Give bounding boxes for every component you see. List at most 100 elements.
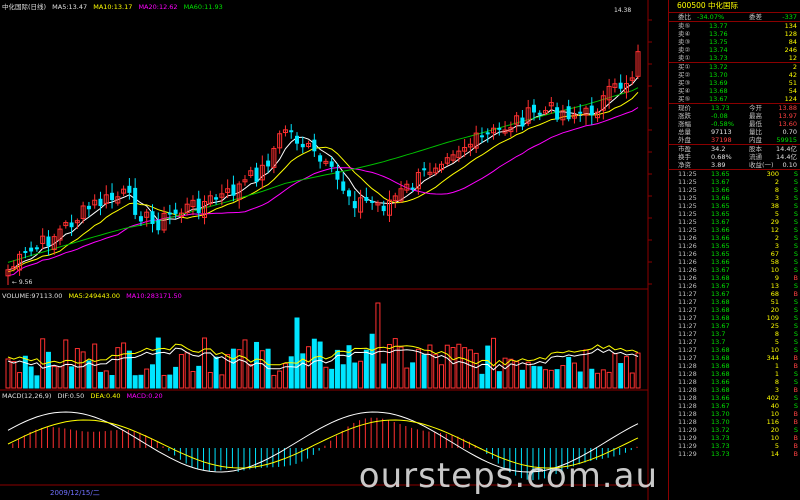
tick-row[interactable]: 11:25 13.67 2 S — [669, 178, 800, 186]
volume-bar — [138, 374, 144, 389]
tick-time: 11:28 — [678, 394, 697, 402]
tick-direction: B — [793, 434, 798, 442]
volume-legend: VOLUME:97113.00 MA5:249443.00 MA10:28317… — [2, 292, 186, 300]
tick-row[interactable]: 11:29 13.73 10 B — [669, 434, 800, 442]
tick-row[interactable]: 11:29 13.72 20 S — [669, 426, 800, 434]
volume-bar — [635, 352, 641, 389]
tick-row[interactable]: 11:28 13.68 3 B — [669, 386, 800, 394]
sell-orders: 卖⑤ 13.77 134 卖④ 13.76 128 卖③ 13.75 84 卖② 13.74 246 卖… — [669, 21, 800, 62]
tick-row[interactable]: 11:27 13.7 8 S — [669, 330, 800, 338]
tick-time: 11:25 — [678, 194, 697, 202]
tick-row[interactable]: 11:25 13.65 300 S — [669, 170, 800, 178]
tick-row[interactable]: 11:25 13.66 3 S — [669, 194, 800, 202]
volume-bar — [439, 364, 444, 389]
tick-volume: 116 — [766, 418, 779, 426]
tick-row[interactable]: 11:27 13.68 344 B — [669, 354, 800, 362]
volume-bar — [219, 374, 225, 389]
tick-volume: 10 — [770, 346, 779, 354]
tick-row[interactable]: 11:25 13.67 29 S — [669, 218, 800, 226]
volume-bar — [450, 346, 456, 389]
volume-bar — [5, 358, 11, 389]
tick-price: 13.72 — [711, 426, 730, 434]
tick-price: 13.66 — [711, 234, 730, 242]
tick-row[interactable]: 11:27 13.67 25 S — [669, 322, 800, 330]
volume-bar — [155, 337, 161, 389]
tick-row[interactable]: 11:27 13.7 5 S — [669, 338, 800, 346]
sell-order-row: 卖② 13.74 246 — [669, 46, 800, 54]
tick-row[interactable]: 11:25 13.65 5 S — [669, 210, 800, 218]
volume-bar — [560, 365, 566, 389]
tick-row[interactable]: 11:26 13.65 3 S — [669, 242, 800, 250]
tick-volume: 8 — [774, 330, 779, 338]
tick-row[interactable]: 11:26 13.67 10 S — [669, 266, 800, 274]
candle-body — [138, 216, 143, 222]
tick-price: 13.68 — [711, 370, 730, 378]
tick-volume: 402 — [766, 394, 779, 402]
buy-order-price: 13.72 — [709, 63, 728, 71]
tick-direction: S — [793, 378, 798, 386]
tick-direction: S — [793, 346, 798, 354]
quote-stat-value: 37198 — [711, 136, 732, 144]
tick-row[interactable]: 11:28 13.66 8 S — [669, 378, 800, 386]
tick-direction: S — [793, 234, 798, 242]
tick-volume: 25 — [770, 322, 779, 330]
tick-row[interactable]: 11:26 13.65 67 S — [669, 250, 800, 258]
tick-direction: S — [793, 298, 798, 306]
tick-row[interactable]: 11:25 13.66 12 S — [669, 226, 800, 234]
tick-time: 11:28 — [678, 378, 697, 386]
candle-body — [531, 104, 536, 113]
volume-bar — [69, 366, 75, 389]
tick-row[interactable]: 11:27 13.67 68 B — [669, 290, 800, 298]
tick-row[interactable]: 11:25 13.65 38 S — [669, 202, 800, 210]
tick-row[interactable]: 11:26 13.67 13 S — [669, 282, 800, 290]
fundamental-label: 净资 — [678, 161, 691, 169]
volume-bar — [467, 349, 473, 389]
candle-body — [537, 112, 542, 115]
fundamental-value2: 14.4亿 — [776, 153, 797, 161]
tick-list[interactable]: 11:25 13.65 300 S 11:25 13.67 2 S 11:25 13.66 8 S 11… — [669, 169, 800, 458]
kline-chart[interactable]: 14.38 ← 9.56 — [0, 0, 668, 500]
stock-chart-name: 中化国际(日线) — [2, 3, 47, 11]
tick-price: 13.70 — [711, 418, 730, 426]
tick-row[interactable]: 11:28 13.66 402 S — [669, 394, 800, 402]
tick-row[interactable]: 11:28 13.68 1 S — [669, 370, 800, 378]
tick-time: 11:27 — [678, 354, 697, 362]
candle-body — [295, 135, 299, 144]
tick-price: 13.65 — [711, 210, 730, 218]
tick-row[interactable]: 11:27 13.68 109 S — [669, 314, 800, 322]
tick-row[interactable]: 11:29 13.73 14 B — [669, 450, 800, 458]
quote-stat-label2: 今开 — [749, 104, 762, 112]
tick-row[interactable]: 11:28 13.70 116 B — [669, 418, 800, 426]
tick-row[interactable]: 11:26 13.68 9 B — [669, 274, 800, 282]
tick-row[interactable]: 11:25 13.66 8 S — [669, 186, 800, 194]
tick-row[interactable]: 11:27 13.68 51 S — [669, 298, 800, 306]
tick-direction: B — [793, 362, 798, 370]
candle-body — [555, 107, 560, 120]
tick-row[interactable]: 11:28 13.67 40 S — [669, 402, 800, 410]
tick-row[interactable]: 11:26 13.66 2 S — [669, 234, 800, 242]
kline-chart-area[interactable]: 14.38 ← 9.56 中化国际(日线) MA5:13.47 MA10:13.1… — [0, 0, 668, 500]
fundamental-value: 3.89 — [711, 161, 726, 169]
tick-row[interactable]: 11:28 13.70 10 B — [669, 410, 800, 418]
weibi-value: -34.07% — [697, 13, 725, 21]
volume-bar — [45, 351, 51, 389]
volume-bar — [583, 349, 589, 389]
tick-direction: S — [793, 282, 798, 290]
tick-row[interactable]: 11:27 13.68 20 S — [669, 306, 800, 314]
candle-body — [566, 106, 571, 120]
tick-row[interactable]: 11:29 13.73 5 B — [669, 442, 800, 450]
candle-body — [497, 127, 502, 130]
tick-row[interactable]: 11:26 13.66 58 S — [669, 258, 800, 266]
tick-time: 11:27 — [678, 322, 697, 330]
tick-row[interactable]: 11:27 13.68 10 S — [669, 346, 800, 354]
volume-bar — [196, 365, 202, 389]
fundamental-value2: 14.4亿 — [776, 145, 797, 153]
quote-stat-row: 现价 13.73 今开 13.88 — [669, 104, 800, 112]
ma-legend: 中化国际(日线) MA5:13.47 MA10:13.17 MA20:12.62… — [2, 1, 227, 11]
tick-row[interactable]: 11:28 13.68 1 B — [669, 362, 800, 370]
candle-body — [335, 170, 340, 180]
tick-price: 13.68 — [711, 362, 730, 370]
buy-order-row: 买② 13.70 42 — [669, 71, 800, 79]
volume-bar — [288, 356, 294, 389]
volume-bar — [554, 369, 560, 389]
